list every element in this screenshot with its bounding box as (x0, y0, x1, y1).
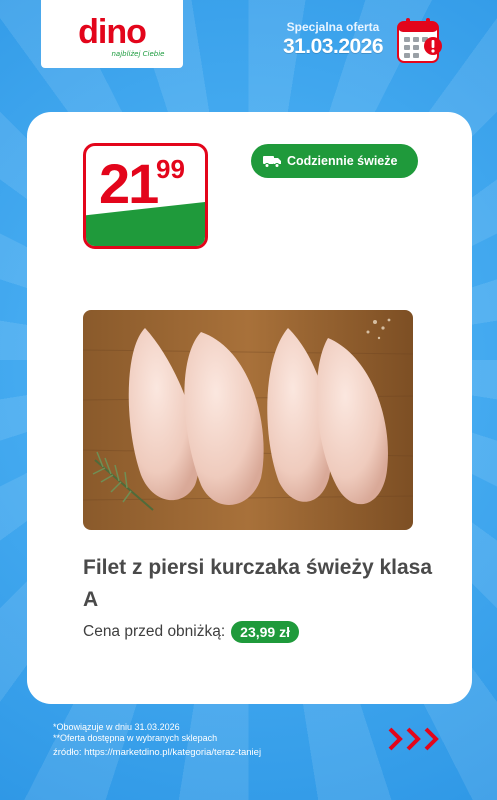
old-price-row: Cena przed obniżką: 23,99 zł (83, 621, 299, 643)
brand-tagline: najbliżej Ciebie (111, 49, 165, 58)
price-cents: 99 (156, 154, 185, 184)
footnote-availability: **Oferta dostępna w wybranych sklepach (53, 733, 218, 743)
next-arrows-icon[interactable] (388, 726, 446, 752)
offer-label: Specjalna oferta (286, 20, 380, 34)
fresh-badge-label: Codziennie świeże (287, 154, 398, 168)
price-main: 21 (99, 152, 159, 215)
offer-date: 31.03.2026 (282, 35, 384, 58)
truck-icon (263, 156, 281, 168)
price-badge: 21 99 (83, 143, 208, 249)
brand-name: dino (78, 12, 147, 51)
footnote-validity: *Obowiązuje w dniu 31.03.2026 (53, 722, 180, 732)
old-price-label: Cena przed obniżką: (83, 623, 226, 640)
fresh-badge: Codziennie świeże (251, 144, 418, 178)
calendar-alert-icon (397, 18, 442, 63)
product-card[interactable]: 21 99 Codziennie świeże Filet z piersi k… (27, 112, 472, 704)
source-link[interactable]: źródło: https://marketdino.pl/kategoria/… (53, 747, 261, 758)
product-name: Filet z piersi kurczaka świeży klasa A (83, 556, 433, 611)
offer-header: Specjalna oferta 31.03.2026 (278, 20, 388, 59)
footnotes: *Obowiązuje w dniu 31.03.2026 **Oferta d… (53, 722, 261, 758)
old-price-value: 23,99 zł (231, 621, 299, 643)
brand-logo[interactable]: dino najbliżej Ciebie (41, 0, 183, 68)
product-image (83, 310, 413, 530)
